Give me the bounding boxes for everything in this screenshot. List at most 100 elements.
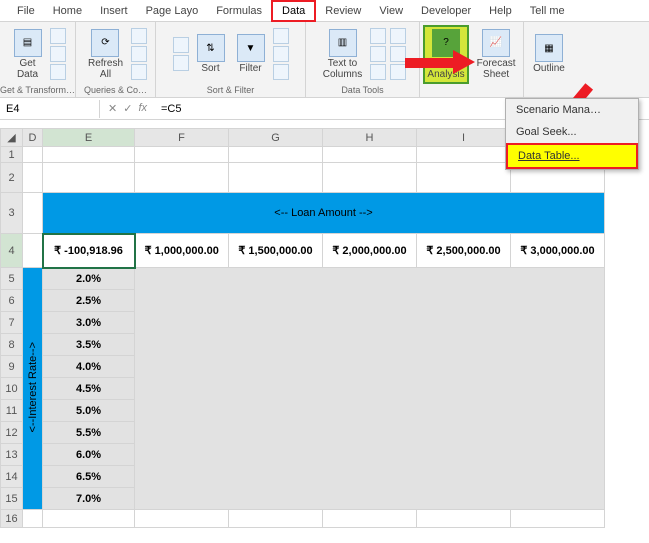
row-header[interactable]: 16 xyxy=(1,510,23,528)
menu-formulas[interactable]: Formulas xyxy=(207,2,271,20)
menu-review[interactable]: Review xyxy=(316,2,370,20)
outline-icon: ▦ xyxy=(535,34,563,62)
menu-data[interactable]: Data xyxy=(271,0,316,22)
rate-cell[interactable]: 5.5% xyxy=(43,422,135,444)
row-header[interactable]: 2 xyxy=(1,163,23,193)
advanced-icon[interactable] xyxy=(273,64,289,80)
row-header[interactable]: 12 xyxy=(1,422,23,444)
refresh-icon: ⟳ xyxy=(91,29,119,57)
row-header[interactable]: 15 xyxy=(1,488,23,510)
from-table-icon[interactable] xyxy=(50,64,66,80)
rate-cell[interactable]: 5.0% xyxy=(43,400,135,422)
group-label: Get & Transform… xyxy=(0,84,75,97)
col-header[interactable]: F xyxy=(135,129,229,147)
amount-header[interactable]: ₹ 2,000,000.00 xyxy=(323,234,417,268)
menu-insert[interactable]: Insert xyxy=(91,2,137,20)
rate-cell[interactable]: 6.0% xyxy=(43,444,135,466)
queries-icon[interactable] xyxy=(131,28,147,44)
amount-header[interactable]: ₹ 1,000,000.00 xyxy=(135,234,229,268)
menu-developer[interactable]: Developer xyxy=(412,2,480,20)
sort-desc-icon[interactable] xyxy=(173,55,189,71)
from-text-icon[interactable] xyxy=(50,28,66,44)
forecast-sheet-button[interactable]: 📈Forecast Sheet xyxy=(473,27,520,82)
flash-fill-icon[interactable] xyxy=(370,28,386,44)
sort-icon: ⇅ xyxy=(197,34,225,62)
table-title: <-- Loan Amount --> xyxy=(43,193,605,234)
rate-cell[interactable]: 7.0% xyxy=(43,488,135,510)
row-header[interactable]: 8 xyxy=(1,334,23,356)
rate-cell[interactable]: 4.5% xyxy=(43,378,135,400)
ribbon: ▤Get Data Get & Transform… ⟳Refresh All … xyxy=(0,22,649,98)
cancel-icon[interactable]: ✕ xyxy=(108,102,117,115)
arrow-annotation xyxy=(405,52,475,74)
sort-asc-icon[interactable] xyxy=(173,37,189,53)
menu-help[interactable]: Help xyxy=(480,2,521,20)
menu-bar: File Home Insert Page Layo Formulas Data… xyxy=(0,0,649,22)
menu-goal-seek[interactable]: Goal Seek... xyxy=(506,121,638,143)
active-cell[interactable]: ₹ -100,918.96 xyxy=(43,234,135,268)
col-header[interactable]: I xyxy=(417,129,511,147)
validation-icon[interactable] xyxy=(370,64,386,80)
group-label: Sort & Filter xyxy=(207,84,255,97)
remove-dups-icon[interactable] xyxy=(370,46,386,62)
amount-header[interactable]: ₹ 1,500,000.00 xyxy=(229,234,323,268)
row-header[interactable]: 5 xyxy=(1,268,23,290)
menu-file[interactable]: File xyxy=(8,2,44,20)
rate-cell[interactable]: 3.5% xyxy=(43,334,135,356)
col-header[interactable]: D xyxy=(23,129,43,147)
enter-icon[interactable]: ✓ xyxy=(123,102,132,115)
edit-links-icon[interactable] xyxy=(131,64,147,80)
name-box[interactable]: E4 xyxy=(0,100,100,118)
row-header[interactable]: 11 xyxy=(1,400,23,422)
select-all[interactable]: ◢ xyxy=(1,129,23,147)
amount-header[interactable]: ₹ 3,000,000.00 xyxy=(511,234,605,268)
row-header[interactable]: 13 xyxy=(1,444,23,466)
rate-cell[interactable]: 6.5% xyxy=(43,466,135,488)
row-header[interactable]: 6 xyxy=(1,290,23,312)
get-data-button[interactable]: ▤Get Data xyxy=(10,27,46,82)
menu-tellme[interactable]: Tell me xyxy=(521,2,574,20)
clear-icon[interactable] xyxy=(273,28,289,44)
interest-rate-label: <--Interest Rate--> xyxy=(23,268,43,510)
rate-cell[interactable]: 4.0% xyxy=(43,356,135,378)
data-table-body[interactable] xyxy=(135,268,605,510)
spreadsheet-grid[interactable]: ◢ D E F G H I J 1 2 3<-- Loan Amount -->… xyxy=(0,128,605,528)
menu-view[interactable]: View xyxy=(370,2,412,20)
database-icon: ▤ xyxy=(14,29,42,57)
row-header[interactable]: 7 xyxy=(1,312,23,334)
properties-icon[interactable] xyxy=(131,46,147,62)
group-label: Data Tools xyxy=(341,84,383,97)
forecast-icon: 📈 xyxy=(482,29,510,57)
row-header[interactable]: 10 xyxy=(1,378,23,400)
col-header[interactable]: H xyxy=(323,129,417,147)
columns-icon: ▥ xyxy=(329,29,357,57)
relationships-icon[interactable] xyxy=(390,46,406,62)
amount-header[interactable]: ₹ 2,500,000.00 xyxy=(417,234,511,268)
filter-button[interactable]: ▼Filter xyxy=(233,32,269,76)
refresh-all-button[interactable]: ⟳Refresh All xyxy=(84,27,127,82)
menu-pagelayout[interactable]: Page Layo xyxy=(137,2,208,20)
row-header[interactable]: 14 xyxy=(1,466,23,488)
row-header[interactable]: 9 xyxy=(1,356,23,378)
rate-cell[interactable]: 2.0% xyxy=(43,268,135,290)
consolidate-icon[interactable] xyxy=(390,28,406,44)
reapply-icon[interactable] xyxy=(273,46,289,62)
text-to-columns-button[interactable]: ▥Text to Columns xyxy=(319,27,366,82)
from-web-icon[interactable] xyxy=(50,46,66,62)
fx-icon[interactable]: fx xyxy=(138,102,147,115)
outline-button[interactable]: ▦Outline xyxy=(529,32,569,76)
rate-cell[interactable]: 2.5% xyxy=(43,290,135,312)
menu-home[interactable]: Home xyxy=(44,2,91,20)
row-header[interactable]: 4 xyxy=(1,234,23,268)
whatif-dropdown: Scenario Mana… Goal Seek... Data Table..… xyxy=(505,98,639,170)
sort-button[interactable]: ⇅Sort xyxy=(193,32,229,76)
row-header[interactable]: 3 xyxy=(1,193,23,234)
group-label xyxy=(548,84,551,97)
row-header[interactable]: 1 xyxy=(1,147,23,163)
menu-data-table[interactable]: Data Table... xyxy=(506,143,638,169)
menu-scenario-manager[interactable]: Scenario Mana… xyxy=(506,99,638,121)
rate-cell[interactable]: 3.0% xyxy=(43,312,135,334)
col-header[interactable]: E xyxy=(43,129,135,147)
data-model-icon[interactable] xyxy=(390,64,406,80)
col-header[interactable]: G xyxy=(229,129,323,147)
